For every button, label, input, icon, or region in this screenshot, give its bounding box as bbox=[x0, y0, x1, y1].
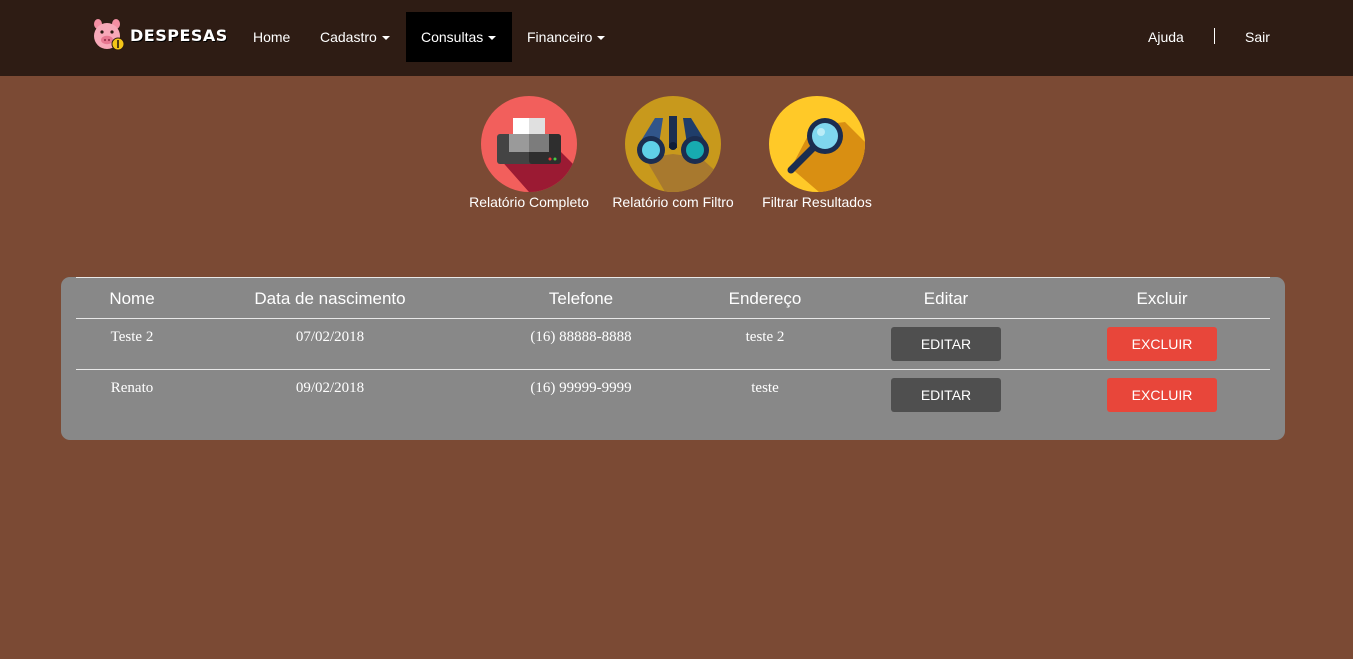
nav-consultas-dropdown[interactable]: Consultas bbox=[406, 12, 512, 62]
nav-consultas-label: Consultas bbox=[421, 29, 484, 45]
results-table: Nome Data de nascimento Telefone Endereç… bbox=[61, 277, 1285, 440]
nav-financeiro-dropdown[interactable]: Financeiro bbox=[512, 12, 620, 62]
shortcut-relatorio-completo[interactable]: Relatório Completo bbox=[459, 96, 599, 210]
edit-button[interactable]: EDITAR bbox=[891, 327, 1001, 361]
column-header-editar: Editar bbox=[923, 289, 969, 308]
pig-icon bbox=[92, 18, 126, 52]
row-divider bbox=[76, 369, 1270, 370]
table-top-border bbox=[76, 277, 1270, 278]
delete-button[interactable]: EXCLUIR bbox=[1107, 378, 1217, 412]
magnifier-icon bbox=[769, 96, 865, 192]
nav-financeiro-label: Financeiro bbox=[527, 29, 593, 45]
nav-sair[interactable]: Sair bbox=[1230, 12, 1285, 62]
caret-down-icon bbox=[488, 36, 497, 41]
column-header-excluir: Excluir bbox=[1136, 289, 1188, 308]
top-navbar: DESPESAS Home Cadastro Consultas Finance… bbox=[0, 0, 1353, 76]
cell-telefone: (16) 99999-9999 bbox=[530, 380, 632, 396]
caret-down-icon bbox=[381, 36, 390, 41]
column-header-endereco: Endereço bbox=[728, 289, 802, 308]
nav-home-label: Home bbox=[253, 29, 291, 45]
nav-cadastro-dropdown[interactable]: Cadastro bbox=[305, 12, 405, 62]
caret-down-icon bbox=[597, 36, 606, 41]
edit-button[interactable]: EDITAR bbox=[891, 378, 1001, 412]
nav-sair-label: Sair bbox=[1245, 29, 1270, 45]
cell-nome: Teste 2 bbox=[110, 329, 154, 345]
header-divider bbox=[76, 318, 1270, 319]
cell-endereco: teste 2 bbox=[745, 329, 785, 345]
brand[interactable]: DESPESAS bbox=[92, 18, 228, 52]
brand-name: DESPESAS bbox=[130, 25, 228, 45]
column-header-telefone: Telefone bbox=[548, 289, 614, 308]
cell-nome: Renato bbox=[110, 380, 154, 396]
column-header-data-nascimento: Data de nascimento bbox=[254, 289, 406, 308]
binoculars-icon bbox=[625, 96, 721, 192]
cell-endereco: teste bbox=[751, 380, 779, 396]
nav-cadastro-label: Cadastro bbox=[320, 29, 377, 45]
printer-icon bbox=[481, 96, 577, 192]
cell-data-nascimento: 07/02/2018 bbox=[295, 329, 365, 345]
shortcut-relatorio-com-filtro[interactable]: Relatório com Filtro bbox=[603, 96, 743, 210]
nav-divider bbox=[1214, 28, 1215, 44]
cell-telefone: (16) 88888-8888 bbox=[530, 329, 632, 345]
delete-button[interactable]: EXCLUIR bbox=[1107, 327, 1217, 361]
nav-ajuda-label: Ajuda bbox=[1148, 29, 1184, 45]
shortcut-label: Filtrar Resultados bbox=[762, 194, 872, 210]
shortcut-label: Relatório com Filtro bbox=[612, 194, 734, 210]
shortcut-filtrar-resultados[interactable]: Filtrar Resultados bbox=[747, 96, 887, 210]
nav-ajuda[interactable]: Ajuda bbox=[1133, 12, 1199, 62]
cell-data-nascimento: 09/02/2018 bbox=[295, 380, 365, 396]
nav-home[interactable]: Home bbox=[238, 12, 305, 62]
column-header-nome: Nome bbox=[109, 289, 155, 308]
shortcut-label: Relatório Completo bbox=[469, 194, 589, 210]
